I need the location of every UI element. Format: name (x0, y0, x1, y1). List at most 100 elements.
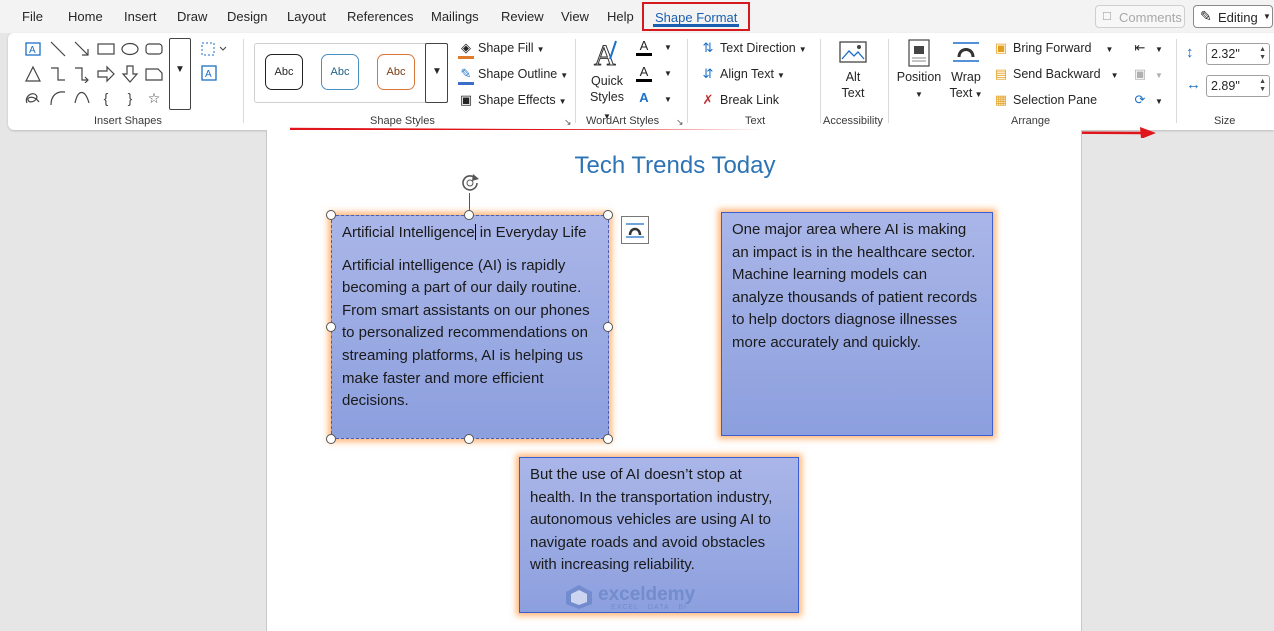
edit-shape-icon[interactable] (200, 40, 230, 58)
curve-shape-icon[interactable] (73, 89, 91, 107)
snip-rectangle-shape-icon[interactable] (145, 65, 163, 83)
selection-pane-button[interactable]: ▦ Selection Pane (993, 92, 1097, 110)
text-box-shape-icon[interactable]: A (24, 40, 42, 58)
chevron-down-icon: ▼ (536, 45, 545, 54)
text-box-ai-everyday-life[interactable]: Artificial Intelligence in Everyday Life… (331, 215, 609, 439)
chevron-down-icon: ▼ (560, 71, 569, 80)
chevron-down-icon: ▼ (1105, 45, 1114, 54)
alt-text-button[interactable]: Alt Text (834, 39, 872, 101)
shape-fill-button[interactable]: ◈ Shape Fill ▼ (458, 40, 545, 59)
send-backward-label: Send Backward (1013, 67, 1101, 81)
star-shape-icon[interactable]: ☆ (145, 89, 163, 107)
ribbon: A { } ☆ ▼ A Insert Shapes Abc Abc Abc ▼ … (8, 33, 1274, 130)
more-icon: ▼ (432, 66, 442, 77)
right-brace-shape-icon[interactable]: } (121, 89, 139, 107)
menu-home[interactable]: Home (68, 9, 103, 24)
position-button[interactable]: Position ▼ (896, 39, 942, 103)
resize-handle-top-left[interactable] (326, 210, 336, 220)
shape-outline-label: Shape Outline (478, 67, 558, 81)
send-backward-icon: ▤ (994, 66, 1008, 81)
menu-insert[interactable]: Insert (124, 9, 157, 24)
triangle-shape-icon[interactable] (24, 65, 42, 83)
right-arrow-shape-icon[interactable] (97, 65, 115, 83)
down-arrow-shape-icon[interactable] (121, 65, 139, 83)
freeform-scribble-icon[interactable] (24, 89, 42, 107)
arc-shape-icon[interactable] (49, 89, 67, 107)
group-objects-button[interactable]: ▣ ▼ (1132, 66, 1163, 84)
shape-fill-label: Shape Fill (478, 41, 534, 55)
alt-text-icon (839, 41, 867, 63)
wrap-text-button[interactable]: Wrap Text ▼ (945, 39, 987, 103)
shape-height-input[interactable]: 2.32" ▲ ▼ (1206, 43, 1270, 65)
shape-height-value: 2.32" (1211, 47, 1240, 61)
comments-button[interactable]: ☐ Comments (1095, 5, 1185, 28)
bring-forward-icon: ▣ (994, 40, 1008, 55)
resize-handle-left[interactable] (326, 322, 336, 332)
resize-handle-top-right[interactable] (603, 210, 613, 220)
resize-handle-top[interactable] (464, 210, 474, 220)
align-text-button[interactable]: ⇵ Align Text ▼ (700, 66, 785, 84)
rotate-objects-button[interactable]: ⟳ ▼ (1132, 92, 1163, 110)
text-direction-button[interactable]: ⇅ Text Direction ▼ (700, 40, 807, 58)
align-text-icon: ⇵ (702, 66, 714, 81)
watermark-tagline: EXCEL · DATA · BI (611, 604, 687, 611)
resize-handle-right[interactable] (603, 322, 613, 332)
text-box-heading: Artificial Intelligence in Everyday Life (342, 224, 587, 241)
menu-design[interactable]: Design (227, 9, 267, 24)
left-brace-shape-icon[interactable]: { (97, 89, 115, 107)
document-page[interactable]: Tech Trends Today Artificial Intelligenc… (266, 130, 1082, 631)
layout-options-button[interactable] (621, 216, 649, 244)
shape-styles-more-button[interactable]: ▼ (425, 43, 448, 103)
svg-text:A: A (205, 69, 212, 80)
menu-file[interactable]: File (22, 9, 43, 24)
menu-help[interactable]: Help (607, 9, 634, 24)
tab-shape-format[interactable]: Shape Format (642, 2, 750, 31)
quick-styles-button[interactable]: A Quick Styles ▼ (586, 37, 628, 125)
shapes-gallery-more-button[interactable]: ▼ (169, 38, 191, 110)
arrow-line-shape-icon[interactable] (73, 40, 91, 58)
text-fill-button[interactable]: A ▼ (636, 38, 672, 56)
bring-forward-button[interactable]: ▣ Bring Forward ▼ (993, 40, 1114, 58)
style-preset-blue[interactable]: Abc (321, 54, 359, 90)
rounded-rectangle-shape-icon[interactable] (145, 40, 163, 58)
align-objects-button[interactable]: ⇤ ▼ (1132, 40, 1163, 58)
rotate-handle-icon[interactable] (458, 171, 482, 195)
shape-width-input[interactable]: 2.89" ▲ ▼ (1206, 75, 1270, 97)
rectangle-shape-icon[interactable] (97, 40, 115, 58)
style-preset-orange[interactable]: Abc (377, 54, 415, 90)
shape-outline-button[interactable]: ✎ Shape Outline ▼ (458, 66, 569, 85)
line-shape-icon[interactable] (49, 40, 67, 58)
spinner-icon[interactable]: ▲ ▼ (1259, 46, 1266, 62)
send-backward-button[interactable]: ▤ Send Backward ▼ (993, 66, 1119, 84)
oval-shape-icon[interactable] (121, 40, 139, 58)
draw-text-box-icon[interactable]: A (200, 64, 218, 82)
spinner-icon[interactable]: ▲ ▼ (1259, 78, 1266, 94)
text-effects-button[interactable]: A ▼ (636, 90, 672, 108)
menu-review[interactable]: Review (501, 9, 544, 24)
shape-effects-button[interactable]: ▣ Shape Effects ▼ (458, 92, 567, 110)
menu-view[interactable]: View (561, 9, 589, 24)
chevron-down-icon: ▼ (798, 45, 807, 54)
elbow-arrow-connector-icon[interactable] (73, 65, 91, 84)
svg-text:A: A (29, 45, 36, 56)
text-outline-button[interactable]: A ▼ (636, 64, 672, 82)
text-box-healthcare[interactable]: One major area where AI is making an imp… (721, 212, 993, 436)
menu-layout[interactable]: Layout (287, 9, 326, 24)
menu-draw[interactable]: Draw (177, 9, 207, 24)
editing-mode-button[interactable]: ✎ Editing ▼ (1193, 5, 1273, 28)
ribbon-separator (1176, 39, 1177, 123)
resize-handle-bottom-right[interactable] (603, 434, 613, 444)
chevron-down-icon: ▼ (1155, 71, 1163, 80)
ribbon-separator (243, 39, 244, 123)
menu-mailings[interactable]: Mailings (431, 9, 479, 24)
elbow-connector-icon[interactable] (49, 65, 67, 83)
style-preset-black[interactable]: Abc (265, 54, 303, 90)
break-link-button[interactable]: ✗ Break Link (700, 92, 780, 110)
menu-references[interactable]: References (347, 9, 413, 24)
paint-bucket-icon: ◈ (458, 40, 474, 59)
document-title[interactable]: Tech Trends Today (267, 152, 1083, 180)
exceldemy-logo-icon (566, 585, 592, 609)
resize-handle-bottom-left[interactable] (326, 434, 336, 444)
resize-handle-bottom[interactable] (464, 434, 474, 444)
chevron-down-icon: ▼ (1263, 12, 1271, 21)
